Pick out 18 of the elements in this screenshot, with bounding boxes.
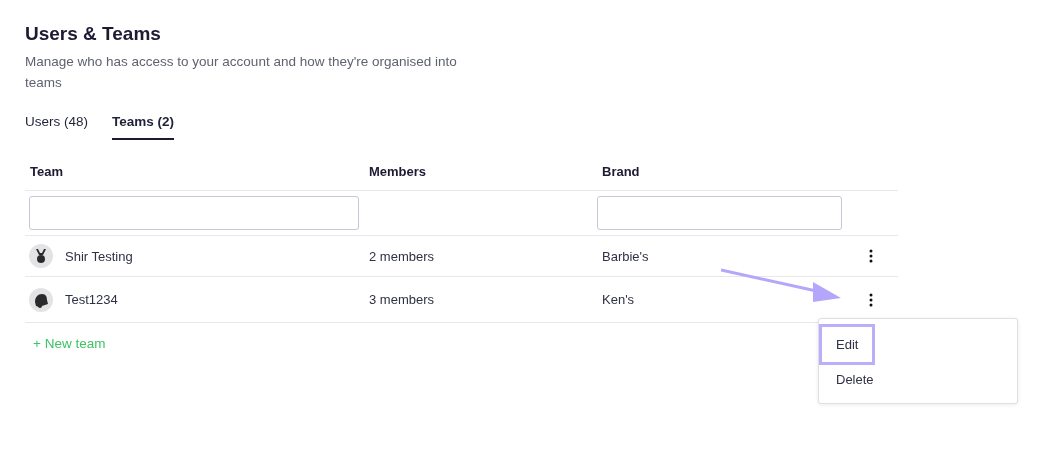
brand-name: Ken's <box>601 292 636 307</box>
bell-icon <box>29 287 53 312</box>
brand-filter-field[interactable] <box>597 196 842 230</box>
brand-name: Barbie's <box>601 248 650 264</box>
medal-icon <box>29 244 53 268</box>
tab[interactable]: Users (48) <box>25 110 88 140</box>
page-description: Manage who has access to your account and how they're organised into teams <box>25 53 458 92</box>
team-name: Shir Testing <box>65 248 133 264</box>
column-header: Team <box>29 163 64 179</box>
member-count: 3 members <box>368 292 436 307</box>
column-header: Members <box>368 163 428 179</box>
tab[interactable]: Teams (2) <box>112 110 175 140</box>
team-name: Test1234 <box>65 292 118 307</box>
page-title: Users & Teams <box>25 23 162 45</box>
column-header: Brand <box>601 163 641 179</box>
menu-item[interactable]: Edit <box>819 324 876 365</box>
member-count: 2 members <box>368 248 436 264</box>
team-filter-field[interactable] <box>29 196 359 230</box>
